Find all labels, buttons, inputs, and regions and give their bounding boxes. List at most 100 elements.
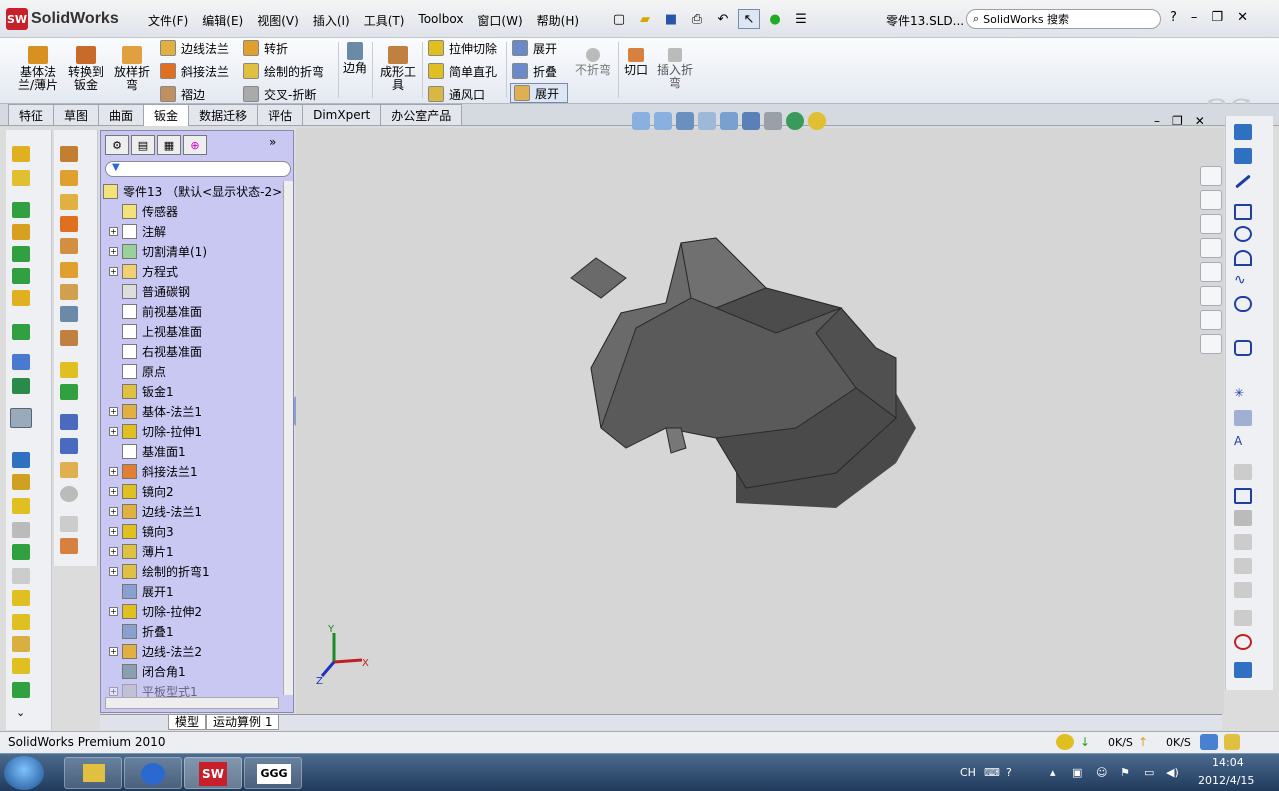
- options-icon[interactable]: ☰: [790, 9, 812, 29]
- menu-edit[interactable]: 编辑(E): [202, 12, 243, 29]
- sm-unfold-icon[interactable]: [60, 414, 78, 430]
- sm-base-flange-icon[interactable]: [60, 146, 78, 162]
- tree-item[interactable]: + 切除-拉伸1: [109, 421, 202, 441]
- move-face-icon[interactable]: [12, 614, 30, 630]
- action-center-flag-icon[interactable]: ⚑: [1120, 766, 1130, 779]
- convert-to-sheet-metal-button[interactable]: 转换到 钣金: [64, 46, 108, 92]
- expand-icon[interactable]: +: [109, 506, 118, 516]
- menu-window[interactable]: 窗口(W): [477, 12, 522, 29]
- tree-item[interactable]: + 镜向2: [109, 481, 174, 501]
- sm-forming-icon[interactable]: [60, 330, 78, 346]
- lofted-bend-button[interactable]: 放样折 弯: [110, 46, 154, 92]
- new-doc-icon[interactable]: ▢: [608, 9, 630, 29]
- select-arrow-icon[interactable]: ↖: [738, 9, 760, 29]
- extruded-cut-button[interactable]: 拉伸切除: [428, 38, 497, 58]
- loft-icon[interactable]: [12, 658, 30, 674]
- sm-rip-icon[interactable]: [60, 538, 78, 554]
- tree-item[interactable]: + 斜接法兰1: [109, 461, 198, 481]
- polygon-icon[interactable]: [1234, 340, 1252, 356]
- tags-icon[interactable]: [1224, 734, 1240, 750]
- centerline-icon[interactable]: [1234, 410, 1252, 426]
- extrude-boss-icon[interactable]: [12, 146, 30, 162]
- slot-icon[interactable]: [1234, 296, 1252, 312]
- reference-geometry-icon[interactable]: [12, 354, 30, 370]
- menu-toolbox[interactable]: Toolbox: [418, 12, 463, 29]
- sketch-fillet-icon[interactable]: [1234, 534, 1252, 550]
- clock-date[interactable]: 2012/4/15: [1198, 774, 1254, 787]
- cut-extrude-icon[interactable]: [12, 170, 30, 186]
- volume-icon[interactable]: ◀): [1166, 766, 1179, 779]
- dome-icon[interactable]: [12, 522, 30, 538]
- explorer-taskbar-button[interactable]: [64, 757, 122, 789]
- tree-item[interactable]: + 镜向3: [109, 521, 174, 541]
- hole-wizard-icon[interactable]: [12, 498, 30, 514]
- tree-item[interactable]: + 绘制的折弯1: [109, 561, 210, 581]
- sm-cut-icon[interactable]: [60, 362, 78, 378]
- tab-motion-study[interactable]: 运动算例 1: [206, 715, 280, 730]
- view-palette-icon[interactable]: [1200, 262, 1222, 282]
- tray-help-icon[interactable]: ?: [1006, 766, 1012, 779]
- rebuild-status-icon[interactable]: [1200, 734, 1218, 750]
- expand-icon[interactable]: +: [109, 606, 118, 616]
- tree-item[interactable]: 折叠1: [109, 621, 174, 641]
- view-orientation-icon[interactable]: [720, 112, 738, 130]
- tree-root[interactable]: 零件13 （默认<显示状态-2>）: [103, 181, 294, 201]
- graphics-area[interactable]: Y X Z: [296, 128, 1224, 714]
- expand-panel-icon[interactable]: »: [269, 135, 276, 157]
- tree-item[interactable]: + 注解: [109, 221, 166, 241]
- tab-features[interactable]: 特征: [8, 104, 55, 125]
- tree-filter-input[interactable]: ▼: [105, 161, 291, 177]
- shell-icon[interactable]: [12, 268, 30, 284]
- tree-item[interactable]: + 薄片1: [109, 541, 174, 561]
- 3d-sketch-icon[interactable]: [12, 452, 30, 468]
- flatten-button[interactable]: 展开: [510, 83, 568, 103]
- sm-lofted-icon[interactable]: [60, 170, 78, 186]
- expand-icon[interactable]: +: [109, 426, 118, 436]
- sm-flatten-icon[interactable]: [60, 462, 78, 478]
- tab-sheet-metal[interactable]: 钣金: [143, 104, 190, 126]
- appearances-icon[interactable]: [1200, 286, 1222, 306]
- expand-icon[interactable]: +: [109, 686, 118, 696]
- fold-button[interactable]: 折叠: [512, 61, 557, 81]
- linear-pattern-icon[interactable]: [1234, 558, 1252, 574]
- sketch-icon[interactable]: [1234, 124, 1252, 140]
- property-manager-tab-icon[interactable]: ▤: [131, 135, 155, 155]
- dimxpert-tab-icon[interactable]: ⊕: [183, 135, 207, 155]
- display-style-icon[interactable]: [742, 112, 760, 130]
- expand-icon[interactable]: +: [109, 466, 118, 476]
- help-icon[interactable]: ?: [1170, 10, 1177, 25]
- pattern-icon[interactable]: [12, 324, 30, 340]
- custom-properties-icon[interactable]: [1200, 310, 1222, 330]
- viewport-close-icon[interactable]: ✕: [1195, 114, 1205, 128]
- viewport-restore-icon[interactable]: ❐: [1172, 114, 1183, 128]
- expand-icon[interactable]: +: [109, 546, 118, 556]
- text-icon[interactable]: A: [1234, 434, 1252, 450]
- tree-item[interactable]: 普通碳钢: [109, 281, 190, 301]
- chamfer-icon[interactable]: [12, 224, 30, 240]
- solidworks-logo[interactable]: SW SolidWorks: [6, 7, 119, 31]
- menu-file[interactable]: 文件(F): [148, 12, 188, 29]
- zoom-area-icon[interactable]: [654, 112, 672, 130]
- chevron-down-icon[interactable]: ⌄: [16, 706, 25, 719]
- smart-dimension-icon[interactable]: [12, 474, 30, 490]
- trim-icon[interactable]: [1234, 464, 1252, 480]
- tab-dimxpert[interactable]: DimXpert: [302, 104, 382, 125]
- network-meter-icon[interactable]: [1056, 734, 1074, 750]
- previous-view-icon[interactable]: [676, 112, 694, 130]
- expand-icon[interactable]: +: [109, 406, 118, 416]
- tab-surfaces[interactable]: 曲面: [98, 104, 145, 125]
- sm-sketched-bend-icon[interactable]: [60, 284, 78, 300]
- flex-icon[interactable]: [12, 568, 30, 584]
- tree-item[interactable]: 展开1: [109, 581, 174, 601]
- sketched-bend-button[interactable]: 绘制的折弯: [243, 61, 324, 81]
- network-icon[interactable]: ▣: [1072, 766, 1082, 779]
- draft-icon[interactable]: [12, 290, 30, 306]
- corner-button[interactable]: 边角: [342, 42, 368, 75]
- design-library-icon[interactable]: [1200, 190, 1222, 210]
- point-icon[interactable]: ✳: [1234, 386, 1252, 402]
- rectangle-icon[interactable]: [1234, 204, 1252, 220]
- tree-horizontal-scrollbar[interactable]: [105, 697, 279, 709]
- tree-item[interactable]: + 切割清单(1): [109, 241, 207, 261]
- miter-flange-button[interactable]: 斜接法兰: [160, 61, 229, 81]
- fillet-icon[interactable]: [12, 202, 30, 218]
